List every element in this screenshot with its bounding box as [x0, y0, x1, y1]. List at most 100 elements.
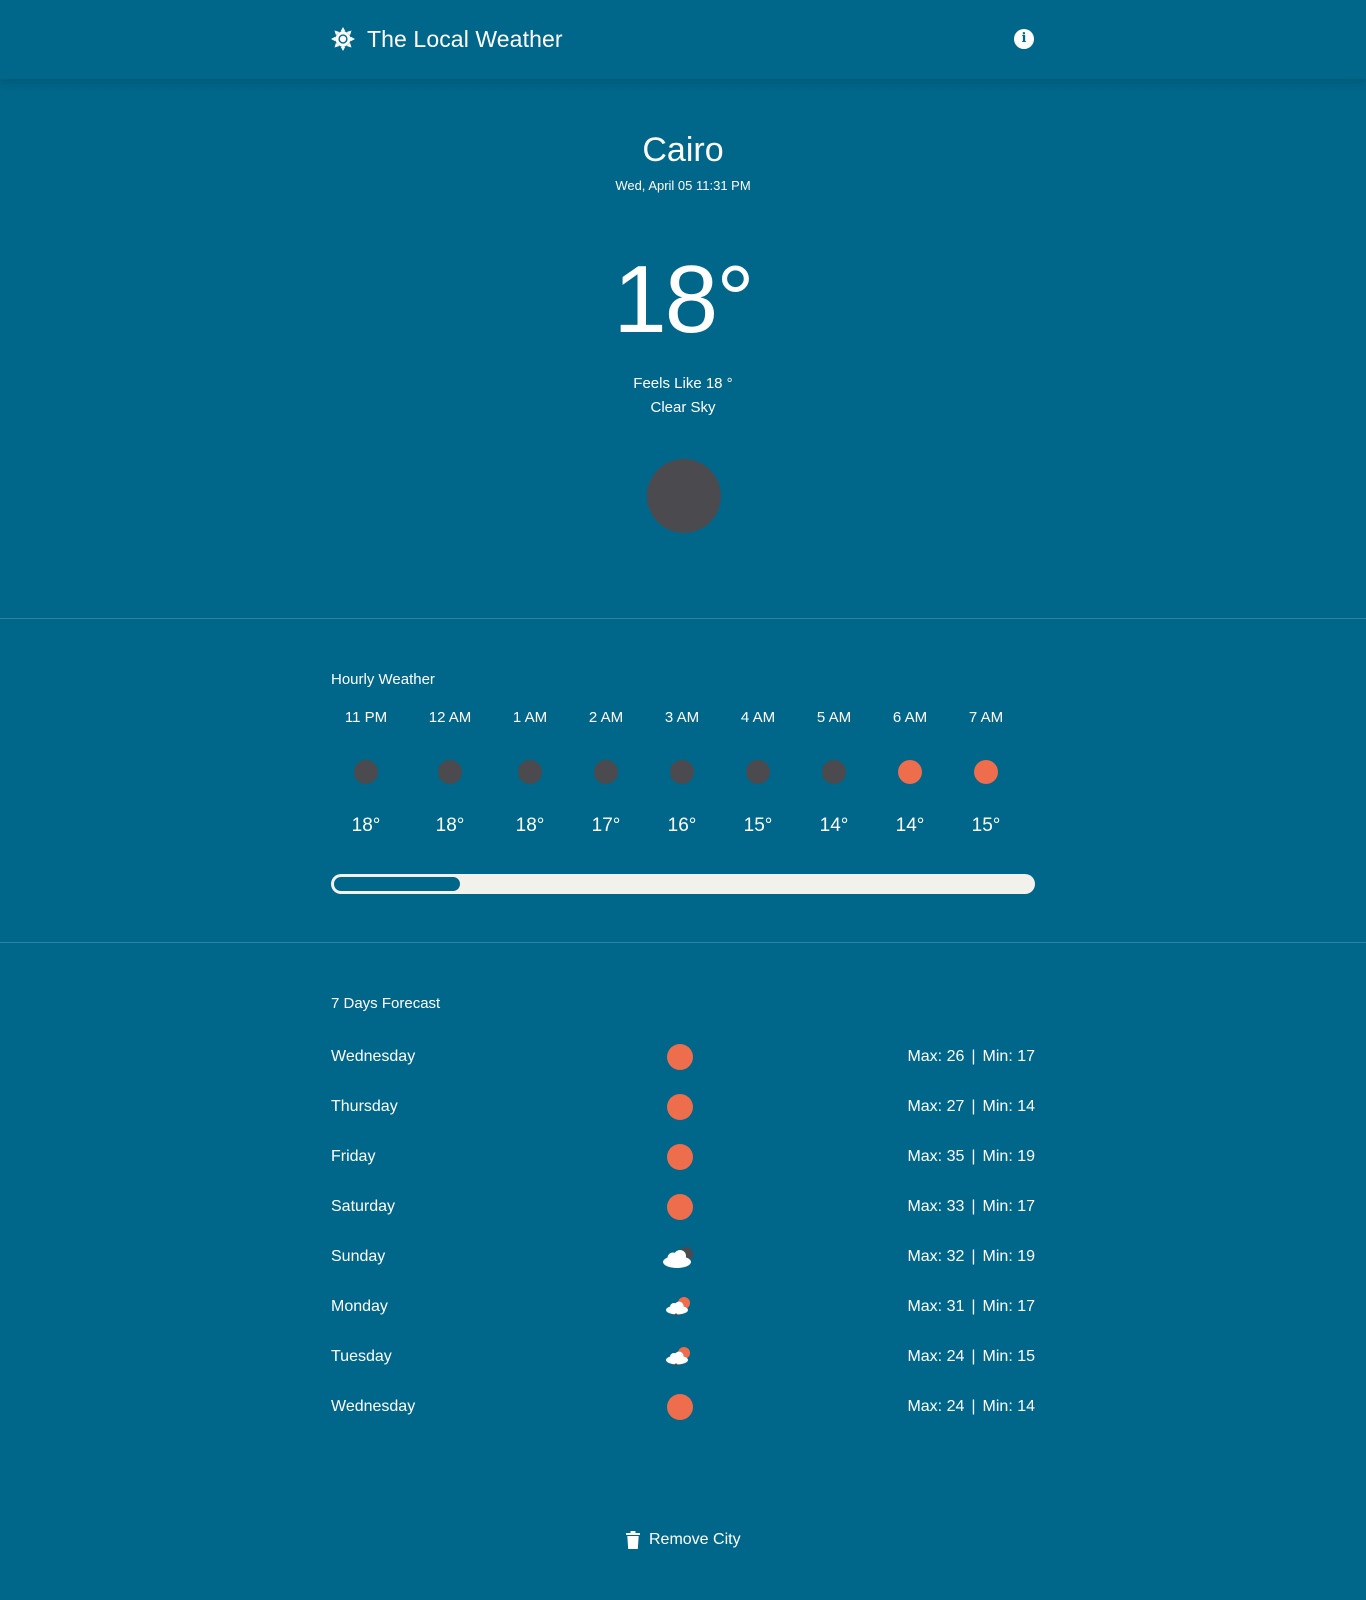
hour-item: 3 AM 16°: [642, 708, 722, 838]
forecast-row: Thursday Max: 27 | Min: 14: [331, 1092, 1035, 1122]
forecast-temps: Max: 31 | Min: 17: [907, 1297, 1035, 1317]
hourly-list: 11 PM 18° 12 AM 18° 1 AM 18° 2 AM 17° 3 AM 16° 4 A…: [331, 708, 1035, 848]
trash-icon: [626, 1531, 640, 1549]
forecast-row: Saturday Max: 33 | Min: 17: [331, 1192, 1035, 1222]
moon-icon: [438, 760, 462, 784]
hour-time: 12 AM: [428, 709, 472, 726]
section-divider: [0, 942, 1366, 943]
forecast-title: 7 Days Forecast: [331, 995, 441, 1012]
moon-icon: [354, 760, 378, 784]
app-title: The Local Weather: [367, 26, 563, 52]
weather-condition: Clear Sky: [650, 399, 716, 416]
forecast-row: Tuesday Max: 24 | Min: 15: [331, 1342, 1035, 1372]
hour-item: 1 AM 18°: [490, 708, 570, 838]
remove-city-button[interactable]: Remove City: [626, 1530, 741, 1550]
forecast-temps: Max: 24 | Min: 14: [907, 1397, 1035, 1417]
forecast-min: Min: 14: [982, 1098, 1035, 1115]
temp-separator: |: [971, 1048, 976, 1065]
hour-temperature: 18°: [435, 815, 465, 836]
hour-item: 5 AM 14°: [794, 708, 874, 838]
hour-item: 4 AM 15°: [718, 708, 798, 838]
forecast-day: Friday: [331, 1148, 376, 1165]
forecast-min: Min: 15: [982, 1348, 1035, 1365]
hour-temperature: 18°: [515, 815, 545, 836]
sun-icon: [667, 1044, 693, 1070]
hour-time: 6 AM: [892, 709, 928, 726]
hour-time: 5 AM: [816, 709, 852, 726]
hour-temperature: 17°: [591, 815, 621, 836]
forecast-temps: Max: 24 | Min: 15: [907, 1347, 1035, 1367]
moon-icon: [594, 760, 618, 784]
forecast-temps: Max: 33 | Min: 17: [907, 1197, 1035, 1217]
forecast-temps: Max: 35 | Min: 19: [907, 1147, 1035, 1167]
temp-separator: |: [971, 1298, 976, 1315]
forecast-max: Max: 26: [907, 1048, 965, 1065]
forecast-day: Monday: [331, 1298, 388, 1315]
forecast-temps: Max: 26 | Min: 17: [907, 1047, 1035, 1067]
temp-separator: |: [971, 1348, 976, 1365]
sun-icon: [667, 1144, 693, 1170]
current-temperature: 18°: [613, 246, 754, 353]
section-divider: [0, 618, 1366, 619]
hour-item: 2 AM 17°: [566, 708, 646, 838]
forecast-max: Max: 35: [907, 1148, 965, 1165]
hour-item: 6 AM 14°: [870, 708, 950, 838]
sun-gear-icon: [331, 27, 355, 51]
hour-time: 11 PM: [344, 709, 388, 726]
forecast-min: Min: 17: [982, 1048, 1035, 1065]
forecast-temps: Max: 27 | Min: 14: [907, 1097, 1035, 1117]
hour-item: 11 PM 18°: [326, 708, 406, 838]
forecast-max: Max: 24: [907, 1398, 965, 1415]
scrollbar-thumb[interactable]: [334, 877, 460, 891]
hourly-title: Hourly Weather: [331, 671, 435, 688]
info-icon[interactable]: i: [1014, 29, 1034, 49]
moon-icon: [670, 760, 694, 784]
moon-icon: [746, 760, 770, 784]
forecast-temps: Max: 32 | Min: 19: [907, 1247, 1035, 1267]
forecast-min: Min: 17: [982, 1298, 1035, 1315]
forecast-max: Max: 33: [907, 1198, 965, 1215]
forecast-max: Max: 31: [907, 1298, 965, 1315]
forecast-day: Tuesday: [331, 1348, 392, 1365]
moon-icon: [647, 459, 721, 533]
partly-cloudy-icon: [664, 1344, 690, 1370]
hourly-scrollbar[interactable]: [331, 874, 1035, 894]
feels-like: Feels Like 18 °: [633, 375, 733, 392]
sun-icon: [974, 760, 998, 784]
hour-temperature: 14°: [895, 815, 925, 836]
hour-temperature: 15°: [971, 815, 1001, 836]
remove-city-label: Remove City: [649, 1531, 741, 1548]
forecast-min: Min: 19: [982, 1248, 1035, 1265]
forecast-row: Sunday Max: 32 | Min: 19: [331, 1242, 1035, 1272]
sun-icon: [667, 1194, 693, 1220]
forecast-max: Max: 24: [907, 1348, 965, 1365]
moon-icon: [822, 760, 846, 784]
hour-temperature: 15°: [743, 815, 773, 836]
forecast-min: Min: 19: [982, 1148, 1035, 1165]
temp-separator: |: [971, 1098, 976, 1115]
forecast-row: Wednesday Max: 26 | Min: 17: [331, 1042, 1035, 1072]
forecast-min: Min: 17: [982, 1198, 1035, 1215]
forecast-day: Wednesday: [331, 1048, 416, 1065]
forecast-day: Sunday: [331, 1248, 386, 1265]
current-datetime: Wed, April 05 11:31 PM: [615, 178, 751, 193]
forecast-max: Max: 27: [907, 1098, 965, 1115]
temp-separator: |: [971, 1248, 976, 1265]
hour-temperature: 16°: [667, 815, 697, 836]
forecast-day: Saturday: [331, 1198, 396, 1215]
forecast-day: Wednesday: [331, 1398, 416, 1415]
hour-item: 7 AM 15°: [946, 708, 1026, 838]
temp-separator: |: [971, 1148, 976, 1165]
hour-temperature: 18°: [351, 815, 381, 836]
forecast-row: Monday Max: 31 | Min: 17: [331, 1292, 1035, 1322]
partly-cloudy-icon: [664, 1294, 690, 1320]
sun-icon: [667, 1094, 693, 1120]
city-name: Cairo: [642, 131, 724, 169]
cloudy-moon-icon: [660, 1244, 693, 1270]
temp-separator: |: [971, 1198, 976, 1215]
hour-time: 7 AM: [968, 709, 1004, 726]
hour-time: 4 AM: [740, 709, 776, 726]
forecast-row: Wednesday Max: 24 | Min: 14: [331, 1392, 1035, 1422]
moon-icon: [518, 760, 542, 784]
brand-link[interactable]: The Local Weather: [331, 25, 563, 53]
